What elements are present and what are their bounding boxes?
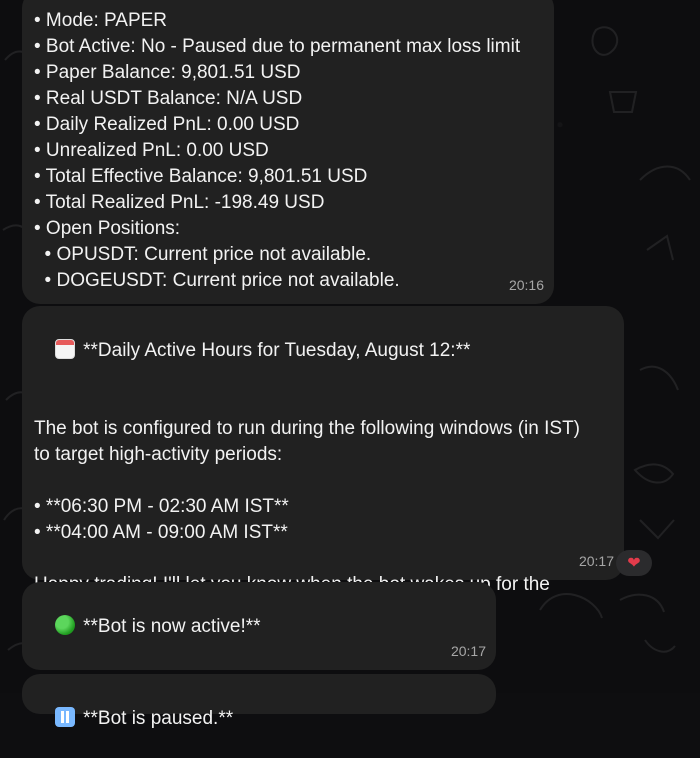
daily-hours-line-config: The bot is configured to run during the … (34, 418, 580, 439)
bot-active-message: **Bot is now active!** Starting trading … (22, 582, 496, 715)
status-line-unrealized-pnl: • Unrealized PnL: 0.00 USD (34, 140, 269, 161)
bot-paused-title-line: **Bot is paused.** (34, 680, 484, 758)
status-line-total-realized-pnl: • Total Realized PnL: -198.49 USD (34, 192, 325, 213)
daily-hours-window-2: • **04:00 AM - 09:00 AM IST** (34, 522, 288, 543)
daily-hours-line-blank-2 (34, 468, 612, 494)
daily-hours-message-time: 20:17 (578, 553, 614, 569)
heart-icon: ❤ (627, 555, 641, 572)
status-message-time: 20:16 (508, 277, 544, 293)
status-line-open-positions: • Open Positions: (34, 218, 181, 239)
daily-hours-title: **Daily Active Hours for Tuesday, August… (83, 340, 471, 361)
daily-hours-window-1: • **06:30 PM - 02:30 AM IST** (34, 496, 289, 517)
daily-hours-line-periods: to target high-activity periods: (34, 444, 283, 465)
status-line-total-effective-balance: • Total Effective Balance: 9,801.51 USD (34, 166, 368, 187)
status-line-real-balance: • Real USDT Balance: N/A USD (34, 88, 303, 109)
daily-hours-line-blank-3 (34, 546, 612, 572)
bot-paused-title: **Bot is paused.** (83, 708, 234, 729)
daily-hours-line-blank-1 (34, 390, 612, 416)
status-line-dogeusdt: • DOGEUSDT: Current price not available. (34, 270, 400, 291)
green-circle-icon (55, 615, 76, 635)
bot-active-title-line: **Bot is now active!** (34, 588, 484, 666)
daily-hours-title-line: **Daily Active Hours for Tuesday, August… (34, 312, 612, 390)
status-line-mode: • Mode: PAPER (34, 10, 168, 31)
status-message: • Mode: PAPER • Bot Active: No - Paused … (22, 0, 554, 304)
bot-active-message-time: 20:17 (450, 643, 486, 659)
status-line-bot-active: • Bot Active: No - Paused due to permane… (34, 36, 521, 57)
bot-active-title: **Bot is now active!** (83, 616, 261, 637)
bot-paused-message: **Bot is paused.** (22, 674, 496, 729)
heart-reaction-button[interactable]: ❤ (616, 550, 652, 576)
status-line-opusdt: • OPUSDT: Current price not available. (34, 244, 372, 265)
pause-icon (55, 707, 76, 727)
calendar-icon (55, 339, 76, 359)
status-line-daily-pnl: • Daily Realized PnL: 0.00 USD (34, 114, 300, 135)
status-line-paper-balance: • Paper Balance: 9,801.51 USD (34, 62, 301, 83)
daily-hours-message: **Daily Active Hours for Tuesday, August… (22, 306, 624, 621)
